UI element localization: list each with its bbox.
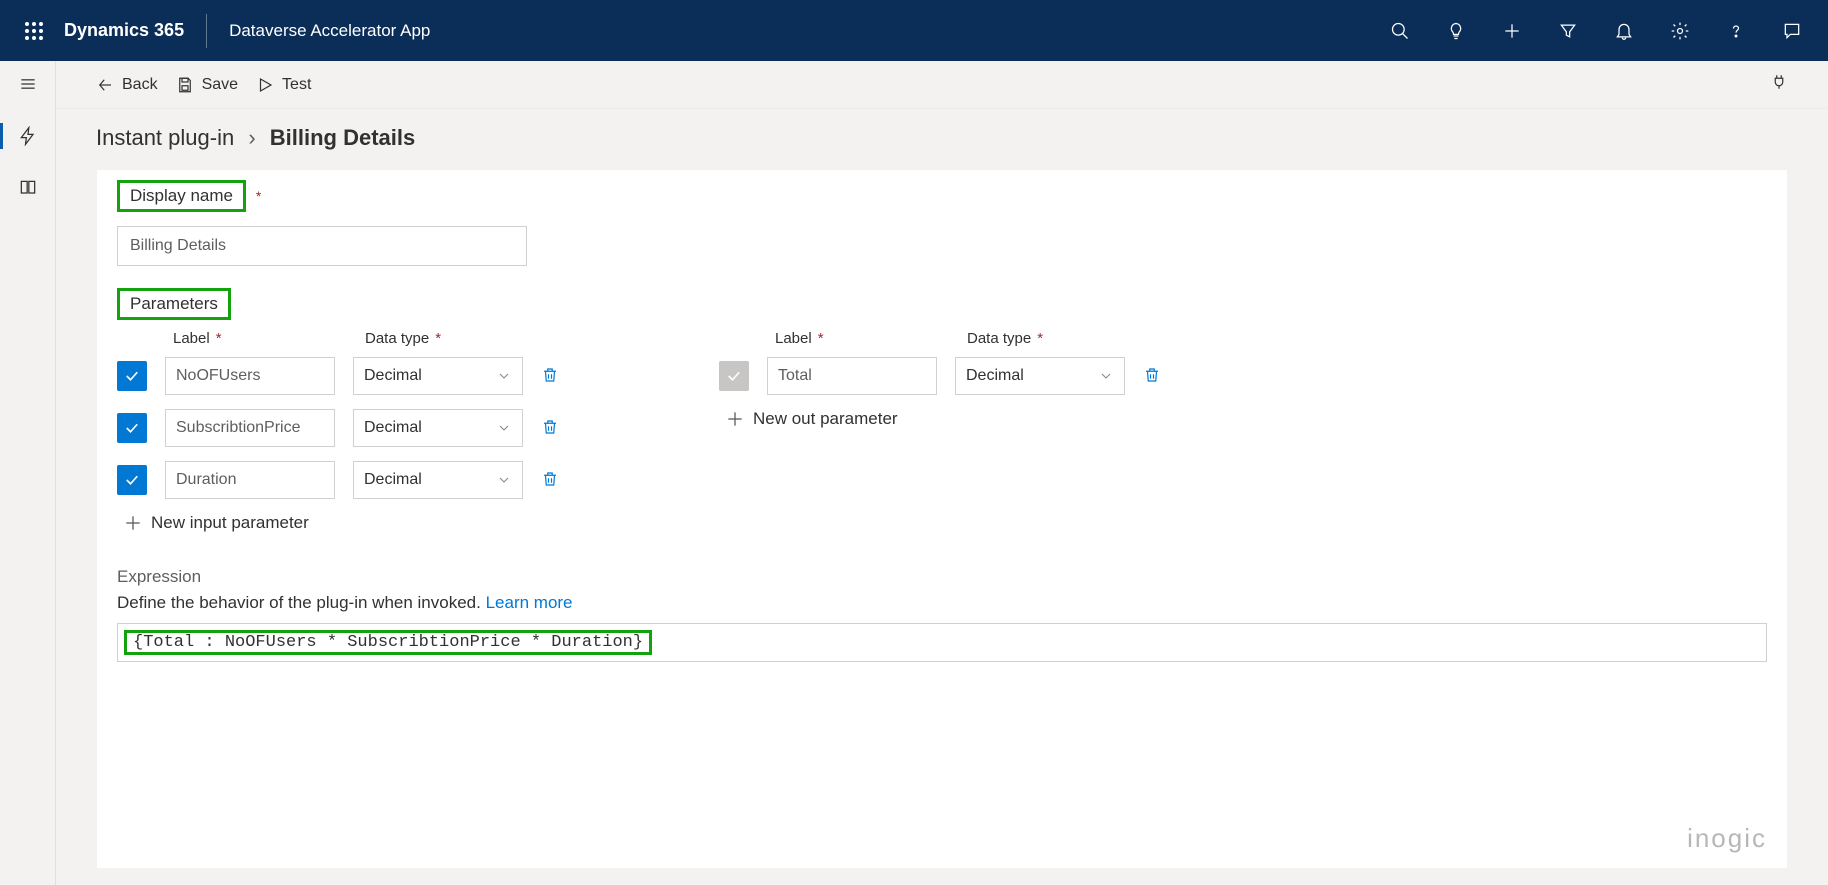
param-checkbox[interactable]: [117, 361, 147, 391]
param-checkbox[interactable]: [117, 465, 147, 495]
delete-param-button[interactable]: [541, 418, 559, 439]
plus-icon: [725, 409, 745, 429]
param-label-input[interactable]: [165, 357, 335, 395]
param-checkbox[interactable]: [719, 361, 749, 391]
param-type-select[interactable]: Decimal: [353, 461, 523, 499]
param-row: Decimal: [117, 357, 559, 395]
hamburger-icon[interactable]: [8, 69, 48, 99]
watermark: inogic: [1687, 823, 1767, 854]
param-row: Decimal: [719, 357, 1161, 395]
settings-icon[interactable]: [1654, 7, 1706, 55]
plugin-nav-icon[interactable]: [8, 121, 48, 151]
add-output-label: New out parameter: [753, 409, 898, 429]
param-type-value: Decimal: [364, 419, 422, 437]
learn-more-link[interactable]: Learn more: [486, 593, 573, 612]
col-header-type: Data type: [967, 330, 1031, 347]
brand-block: Dynamics 365 Dataverse Accelerator App: [64, 14, 430, 48]
plug-status-icon[interactable]: [1770, 73, 1788, 96]
book-nav-icon[interactable]: [8, 173, 48, 203]
breadcrumb-current: Billing Details: [270, 125, 415, 150]
expression-editor[interactable]: {Total : NoOFUsers * SubscribtionPrice *…: [117, 623, 1767, 662]
output-parameters-column: Label* Data type* Decimal: [719, 330, 1161, 533]
add-input-label: New input parameter: [151, 513, 309, 533]
expression-subtitle: Define the behavior of the plug-in when …: [117, 593, 486, 612]
chat-icon[interactable]: [1766, 7, 1818, 55]
chevron-down-icon: [496, 368, 512, 384]
lightbulb-icon[interactable]: [1430, 7, 1482, 55]
top-right-icons: [1374, 7, 1818, 55]
chevron-down-icon: [496, 420, 512, 436]
top-header: Dynamics 365 Dataverse Accelerator App: [0, 0, 1828, 61]
test-button[interactable]: Test: [256, 76, 311, 94]
back-label: Back: [122, 76, 158, 94]
param-type-value: Decimal: [966, 367, 1024, 385]
param-type-select[interactable]: Decimal: [955, 357, 1125, 395]
expression-code: {Total : NoOFUsers * SubscribtionPrice *…: [124, 630, 652, 655]
form-card: Display name * Parameters Label* Data ty…: [96, 169, 1788, 869]
col-header-label: Label: [775, 330, 812, 347]
param-row: Decimal: [117, 409, 559, 447]
param-checkbox[interactable]: [117, 413, 147, 443]
filter-icon[interactable]: [1542, 7, 1594, 55]
brand-divider: [206, 14, 207, 48]
parameters-label: Parameters: [117, 288, 231, 320]
display-name-label: Display name: [117, 180, 246, 212]
param-label-input[interactable]: [165, 409, 335, 447]
app-name: Dataverse Accelerator App: [229, 21, 430, 41]
add-input-param-button[interactable]: New input parameter: [117, 513, 559, 533]
save-label: Save: [202, 76, 238, 94]
help-icon[interactable]: [1710, 7, 1762, 55]
brand-name: Dynamics 365: [64, 20, 184, 41]
param-type-value: Decimal: [364, 367, 422, 385]
save-button[interactable]: Save: [176, 76, 238, 94]
plus-icon: [123, 513, 143, 533]
left-rail: [0, 61, 56, 885]
command-bar: Back Save Test: [56, 61, 1828, 109]
param-label-input[interactable]: [165, 461, 335, 499]
param-type-select[interactable]: Decimal: [353, 409, 523, 447]
plus-icon[interactable]: [1486, 7, 1538, 55]
test-label: Test: [282, 76, 311, 94]
required-asterisk: *: [256, 188, 261, 204]
add-output-param-button[interactable]: New out parameter: [719, 409, 1161, 429]
bell-icon[interactable]: [1598, 7, 1650, 55]
breadcrumb-separator: ›: [240, 125, 263, 150]
search-icon[interactable]: [1374, 7, 1426, 55]
breadcrumb: Instant plug-in › Billing Details: [56, 109, 1828, 163]
col-header-label: Label: [173, 330, 210, 347]
chevron-down-icon: [1098, 368, 1114, 384]
app-launcher-icon[interactable]: [10, 7, 58, 55]
chevron-down-icon: [496, 472, 512, 488]
param-type-value: Decimal: [364, 471, 422, 489]
delete-param-button[interactable]: [1143, 366, 1161, 387]
delete-param-button[interactable]: [541, 366, 559, 387]
expression-title: Expression: [117, 567, 1767, 587]
input-parameters-column: Label* Data type* Decimal: [117, 330, 559, 533]
param-type-select[interactable]: Decimal: [353, 357, 523, 395]
expression-section: Expression Define the behavior of the pl…: [117, 567, 1767, 662]
display-name-input[interactable]: [117, 226, 527, 266]
param-row: Decimal: [117, 461, 559, 499]
back-button[interactable]: Back: [96, 76, 158, 94]
delete-param-button[interactable]: [541, 470, 559, 491]
param-label-input[interactable]: [767, 357, 937, 395]
col-header-type: Data type: [365, 330, 429, 347]
breadcrumb-parent[interactable]: Instant plug-in: [96, 125, 234, 150]
